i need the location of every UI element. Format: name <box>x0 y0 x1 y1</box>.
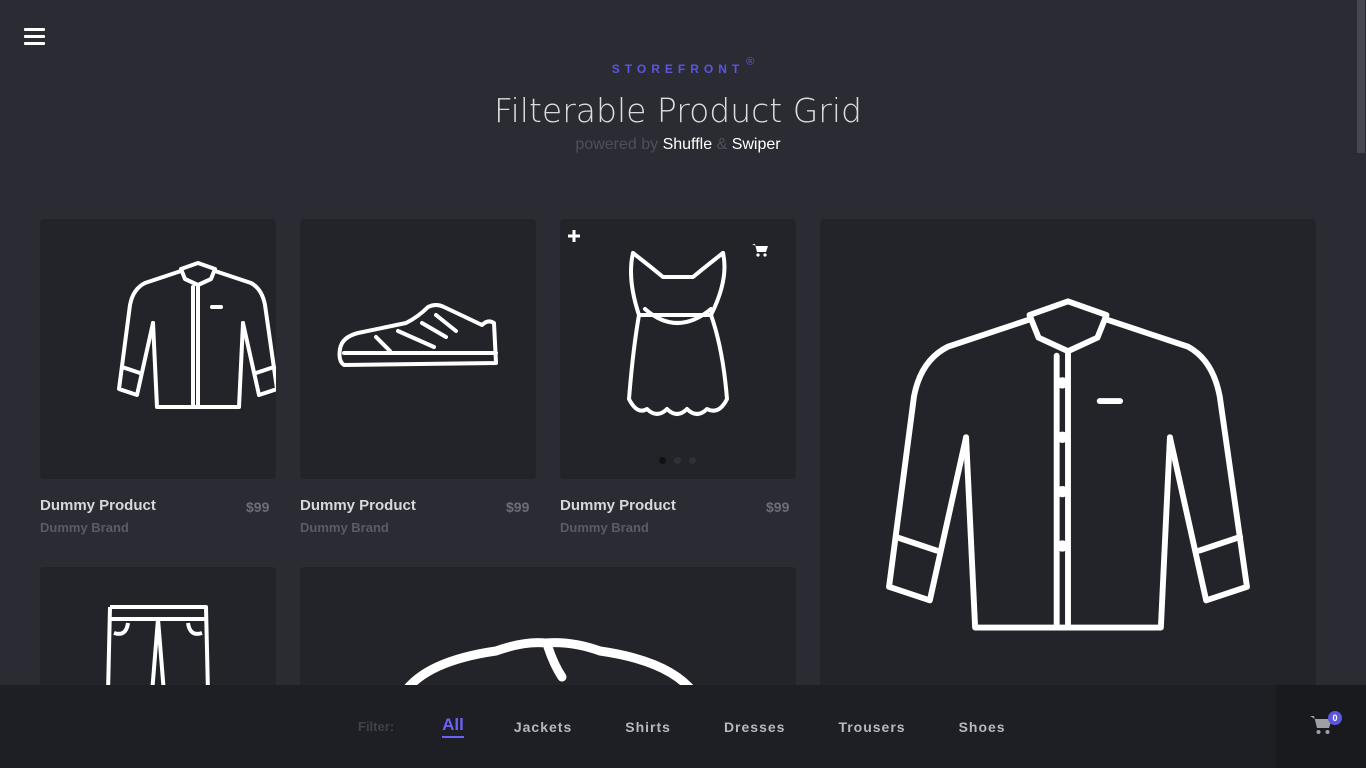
product-name: Dummy Product <box>300 497 416 514</box>
trousers-icon <box>106 605 210 693</box>
dress-icon <box>627 251 729 416</box>
menu-icon[interactable] <box>24 28 45 46</box>
filter-bar: Filter: All Jackets Shirts Dresses Trous… <box>0 685 1366 768</box>
product-price: $99 <box>506 499 530 515</box>
carousel-dot[interactable] <box>659 457 666 464</box>
carousel-dot[interactable] <box>689 457 696 464</box>
scrollbar[interactable] <box>1356 0 1366 685</box>
product-card-1[interactable] <box>40 219 276 479</box>
product-info-2: Dummy Product Dummy Brand <box>300 497 416 535</box>
product-card-4[interactable] <box>40 567 276 697</box>
swiper-link[interactable]: Swiper <box>732 136 781 153</box>
product-brand: Dummy Brand <box>40 520 129 535</box>
product-brand: Dummy Brand <box>560 520 649 535</box>
shirt-icon <box>886 298 1250 631</box>
filter-shirts[interactable]: Shirts <box>625 719 671 735</box>
product-card-3[interactable] <box>560 219 796 479</box>
filter-jackets[interactable]: Jackets <box>514 719 572 735</box>
carousel-dots[interactable] <box>659 457 696 464</box>
product-name: Dummy Product <box>560 497 676 514</box>
shirt-icon <box>117 261 276 409</box>
carousel-dot[interactable] <box>674 457 681 464</box>
product-brand: Dummy Brand <box>300 520 389 535</box>
filter-group: Filter: All Jackets Shirts Dresses Trous… <box>358 685 1059 768</box>
featured-product-card[interactable] <box>820 219 1316 699</box>
filter-trousers[interactable]: Trousers <box>838 719 905 735</box>
product-price: $99 <box>766 499 790 515</box>
filter-label: Filter: <box>358 719 395 734</box>
filter-shoes[interactable]: Shoes <box>959 719 1006 735</box>
sneaker-icon <box>337 303 498 367</box>
product-card-5[interactable] <box>300 567 796 697</box>
page-header: STOREFRONT ® Filterable Product Grid powe… <box>0 56 1356 154</box>
product-name: Dummy Product <box>40 497 156 514</box>
powered-by: powered by Shuffle & Swiper <box>575 136 781 153</box>
brand-logo: STOREFRONT ® <box>611 56 755 76</box>
product-card-2[interactable] <box>300 219 536 479</box>
product-info-3: Dummy Product Dummy Brand <box>560 497 676 535</box>
scrollbar-thumb[interactable] <box>1357 0 1365 153</box>
filter-dresses[interactable]: Dresses <box>724 719 786 735</box>
cart-button[interactable]: 0 <box>1276 685 1366 768</box>
cart-count-badge: 0 <box>1328 711 1342 725</box>
page-title: Filterable Product Grid <box>494 91 862 130</box>
product-price: $99 <box>246 499 270 515</box>
product-info-1: Dummy Product Dummy Brand <box>40 497 156 535</box>
shuffle-link[interactable]: Shuffle <box>663 136 713 153</box>
filter-all[interactable]: All <box>442 715 464 738</box>
